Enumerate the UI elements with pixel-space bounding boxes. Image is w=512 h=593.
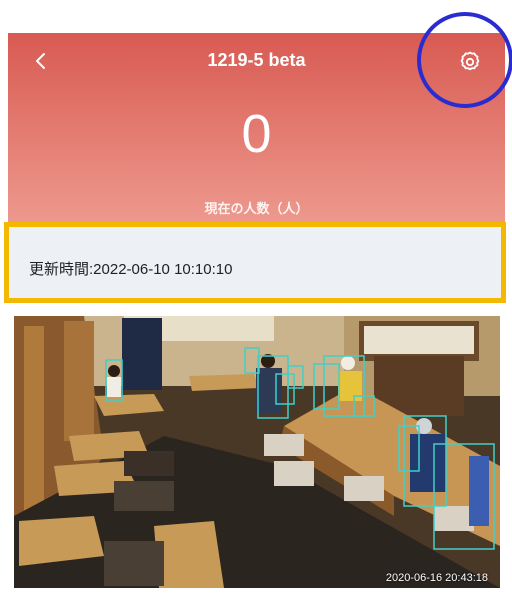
settings-button[interactable] [457,49,483,75]
people-count: 0 [241,104,272,164]
header-bar: 1219-5 beta 0 現在の人数（人） [8,33,505,227]
camera-feed[interactable]: 2020-06-16 20:43:18 [14,316,500,588]
update-time-panel: 更新時間:2022-06-10 10:10:10 [4,222,506,303]
camera-image [14,316,500,588]
people-count-label: 現在の人数（人） [204,201,309,216]
update-time-text: 更新時間:2022-06-10 10:10:10 [29,261,233,278]
camera-timestamp: 2020-06-16 20:43:18 [385,572,488,584]
gear-icon [460,51,480,71]
page-title: 1219-5 beta [207,50,306,70]
